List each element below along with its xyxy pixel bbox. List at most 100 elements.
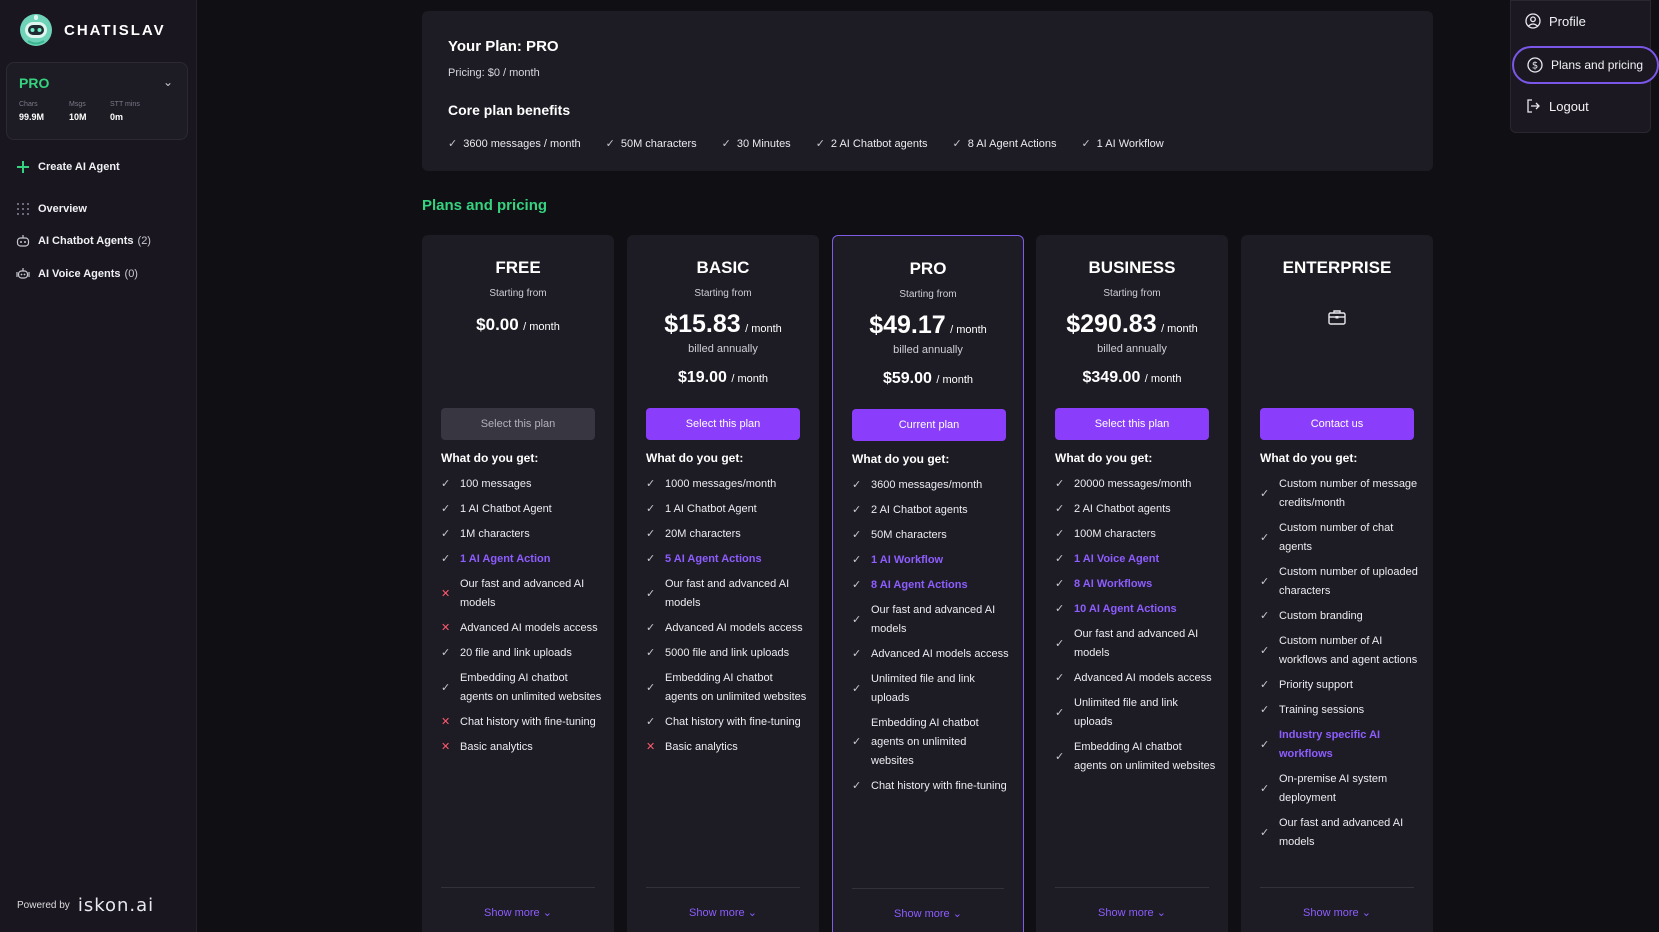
plan-card-free: FREE Starting from $0.00 / month Select thi… bbox=[422, 235, 614, 932]
show-more-label: Show more bbox=[484, 907, 540, 919]
feature-item: ✓ 8 AI Workflows bbox=[1055, 575, 1216, 594]
cross-icon: ✕ bbox=[646, 741, 656, 753]
select-plan-button[interactable]: Select this plan bbox=[1055, 408, 1209, 440]
check-icon: ✓ bbox=[1260, 531, 1270, 544]
feature-text: 5000 file and link uploads bbox=[665, 647, 790, 659]
stat-value: 0m bbox=[110, 112, 124, 122]
show-more-button[interactable]: Show more ⌄ bbox=[627, 906, 819, 919]
feature-item: ✓ Custom number of message credits/month bbox=[1260, 475, 1421, 513]
check-icon: ✓ bbox=[852, 479, 862, 491]
benefit-text: 8 AI Agent Actions bbox=[967, 137, 1057, 150]
feature-item: ✓ 3600 messages/month bbox=[852, 476, 1011, 495]
feature-item: ✕ Chat history with fine-tuning bbox=[441, 713, 602, 732]
feature-text: Basic analytics bbox=[460, 741, 533, 753]
check-icon: ✓ bbox=[441, 503, 451, 515]
feature-item: ✓ 2 AI Chatbot agents bbox=[1055, 500, 1216, 519]
check-icon: ✓ bbox=[1260, 610, 1270, 622]
sidebar-item-label: Overview bbox=[38, 203, 87, 215]
check-icon: ✓ bbox=[852, 780, 862, 792]
check-icon: ✓ bbox=[721, 138, 731, 150]
sidebar-item-overview[interactable]: Overview bbox=[16, 202, 87, 216]
sidebar-item-voice-agents[interactable]: AI Voice Agents (0) bbox=[16, 267, 138, 281]
feature-item: ✓ Priority support bbox=[1260, 676, 1421, 695]
powered-by: Powered by iskon.ai bbox=[17, 895, 154, 916]
benefit-item: ✓ 8 AI Agent Actions bbox=[952, 137, 1057, 151]
feature-text: 5 AI Agent Actions bbox=[665, 553, 762, 565]
contact-us-button[interactable]: Contact us bbox=[1260, 408, 1414, 440]
check-icon: ✓ bbox=[952, 138, 962, 150]
current-plan-title: Your Plan: PRO bbox=[448, 38, 559, 55]
svg-text:$: $ bbox=[1532, 61, 1538, 72]
check-icon: ✓ bbox=[646, 503, 656, 515]
plan-usage-card[interactable]: PRO ⌄ Chars 99.9M Msgs 10M STT mins 0m bbox=[6, 62, 188, 140]
price-period: / month bbox=[950, 324, 987, 336]
user-circle-icon bbox=[1525, 13, 1541, 29]
feature-item: ✓ Advanced AI models access bbox=[1055, 669, 1216, 688]
plan-name: FREE bbox=[495, 258, 541, 277]
brand[interactable]: CHATISLAV bbox=[18, 12, 166, 48]
feature-item: ✓ 1 AI Chatbot Agent bbox=[441, 500, 602, 519]
check-icon: ✓ bbox=[441, 647, 451, 659]
feature-item: ✓ On-premise AI system deployment bbox=[1260, 770, 1421, 808]
check-icon: ✓ bbox=[1055, 553, 1065, 565]
select-plan-button[interactable]: Select this plan bbox=[441, 408, 595, 440]
show-more-button[interactable]: Show more ⌄ bbox=[1241, 906, 1433, 919]
check-icon: ✓ bbox=[1260, 644, 1270, 657]
feature-text: 8 AI Workflows bbox=[1074, 578, 1153, 590]
menu-item-label: Plans and pricing bbox=[1551, 58, 1644, 72]
feature-item: ✓ Custom number of uploaded characters bbox=[1260, 563, 1421, 601]
stat-msgs: Msgs 10M bbox=[69, 101, 87, 122]
feature-item: ✓ 20M characters bbox=[646, 525, 807, 544]
feature-item: ✓ Embedding AI chatbot agents on unlimite… bbox=[1055, 738, 1216, 776]
stat-label: STT mins bbox=[110, 101, 140, 108]
divider bbox=[441, 887, 595, 888]
feature-text: 1 AI Chatbot Agent bbox=[460, 503, 552, 515]
check-icon: ✓ bbox=[646, 716, 656, 728]
benefit-item: ✓ 1 AI Workflow bbox=[1081, 137, 1163, 151]
check-icon: ✓ bbox=[1260, 826, 1270, 839]
check-icon: ✓ bbox=[852, 682, 862, 695]
show-more-button[interactable]: Show more ⌄ bbox=[422, 906, 614, 919]
feature-item: ✓ Chat history with fine-tuning bbox=[852, 777, 1011, 796]
current-plan-button[interactable]: Current plan bbox=[852, 409, 1006, 441]
feature-text: Our fast and advanced AI models bbox=[665, 578, 790, 609]
voice-bot-icon bbox=[16, 268, 30, 279]
check-icon: ✓ bbox=[1055, 528, 1065, 540]
check-icon: ✓ bbox=[1260, 782, 1270, 795]
feature-text: 8 AI Agent Actions bbox=[871, 579, 968, 591]
check-icon: ✓ bbox=[1055, 503, 1065, 515]
check-icon: ✓ bbox=[852, 736, 862, 748]
check-icon: ✓ bbox=[1055, 478, 1065, 490]
select-plan-button[interactable]: Select this plan bbox=[646, 408, 800, 440]
feature-text: Custom number of message credits/month bbox=[1279, 478, 1418, 509]
logout-icon bbox=[1527, 99, 1540, 113]
cross-icon: ✕ bbox=[441, 587, 451, 600]
billed-annually-label: billed annually bbox=[893, 344, 963, 356]
iskon-logo[interactable]: iskon.ai bbox=[78, 895, 154, 916]
menu-item-profile[interactable]: Profile bbox=[1525, 13, 1586, 29]
sidebar-item-chatbot-agents[interactable]: AI Chatbot Agents (2) bbox=[16, 234, 151, 248]
menu-item-plans[interactable]: $ Plans and pricing bbox=[1512, 46, 1659, 84]
benefit-item: ✓ 2 AI Chatbot agents bbox=[816, 137, 928, 151]
menu-item-logout[interactable]: Logout bbox=[1525, 98, 1589, 114]
feature-item: ✓ Unlimited file and link uploads bbox=[852, 670, 1011, 708]
features-list: ✓ 100 messages ✓ 1 AI Chatbot Agent ✓ 1M char… bbox=[441, 475, 602, 763]
price-alt: $19.00 / month bbox=[627, 369, 819, 387]
plan-card-pro: PRO Starting from $49.17 / month billed ann… bbox=[832, 235, 1024, 932]
check-icon: ✓ bbox=[441, 681, 451, 694]
price-period: / month bbox=[731, 373, 769, 385]
check-icon: ✓ bbox=[441, 528, 451, 540]
sidebar: CHATISLAV PRO ⌄ Chars 99.9M Msgs 10M STT… bbox=[0, 0, 197, 932]
create-agent-button[interactable]: Create AI Agent bbox=[16, 160, 120, 174]
divider bbox=[1260, 887, 1414, 888]
feature-item: ✓ Advanced AI models access bbox=[852, 645, 1011, 664]
show-more-button[interactable]: Show more ⌄ bbox=[833, 907, 1023, 920]
plan-name: BUSINESS bbox=[1088, 258, 1176, 277]
show-more-button[interactable]: Show more ⌄ bbox=[1036, 906, 1228, 919]
feature-text: 1 AI Workflow bbox=[871, 554, 944, 566]
chevron-down-icon[interactable]: ⌄ bbox=[163, 75, 173, 89]
plan-card-basic: BASIC Starting from $15.83 / month billed a… bbox=[627, 235, 819, 932]
bot-icon bbox=[16, 235, 30, 247]
starting-from-label: Starting from bbox=[489, 288, 547, 299]
feature-text: Unlimited file and link uploads bbox=[1074, 697, 1178, 728]
